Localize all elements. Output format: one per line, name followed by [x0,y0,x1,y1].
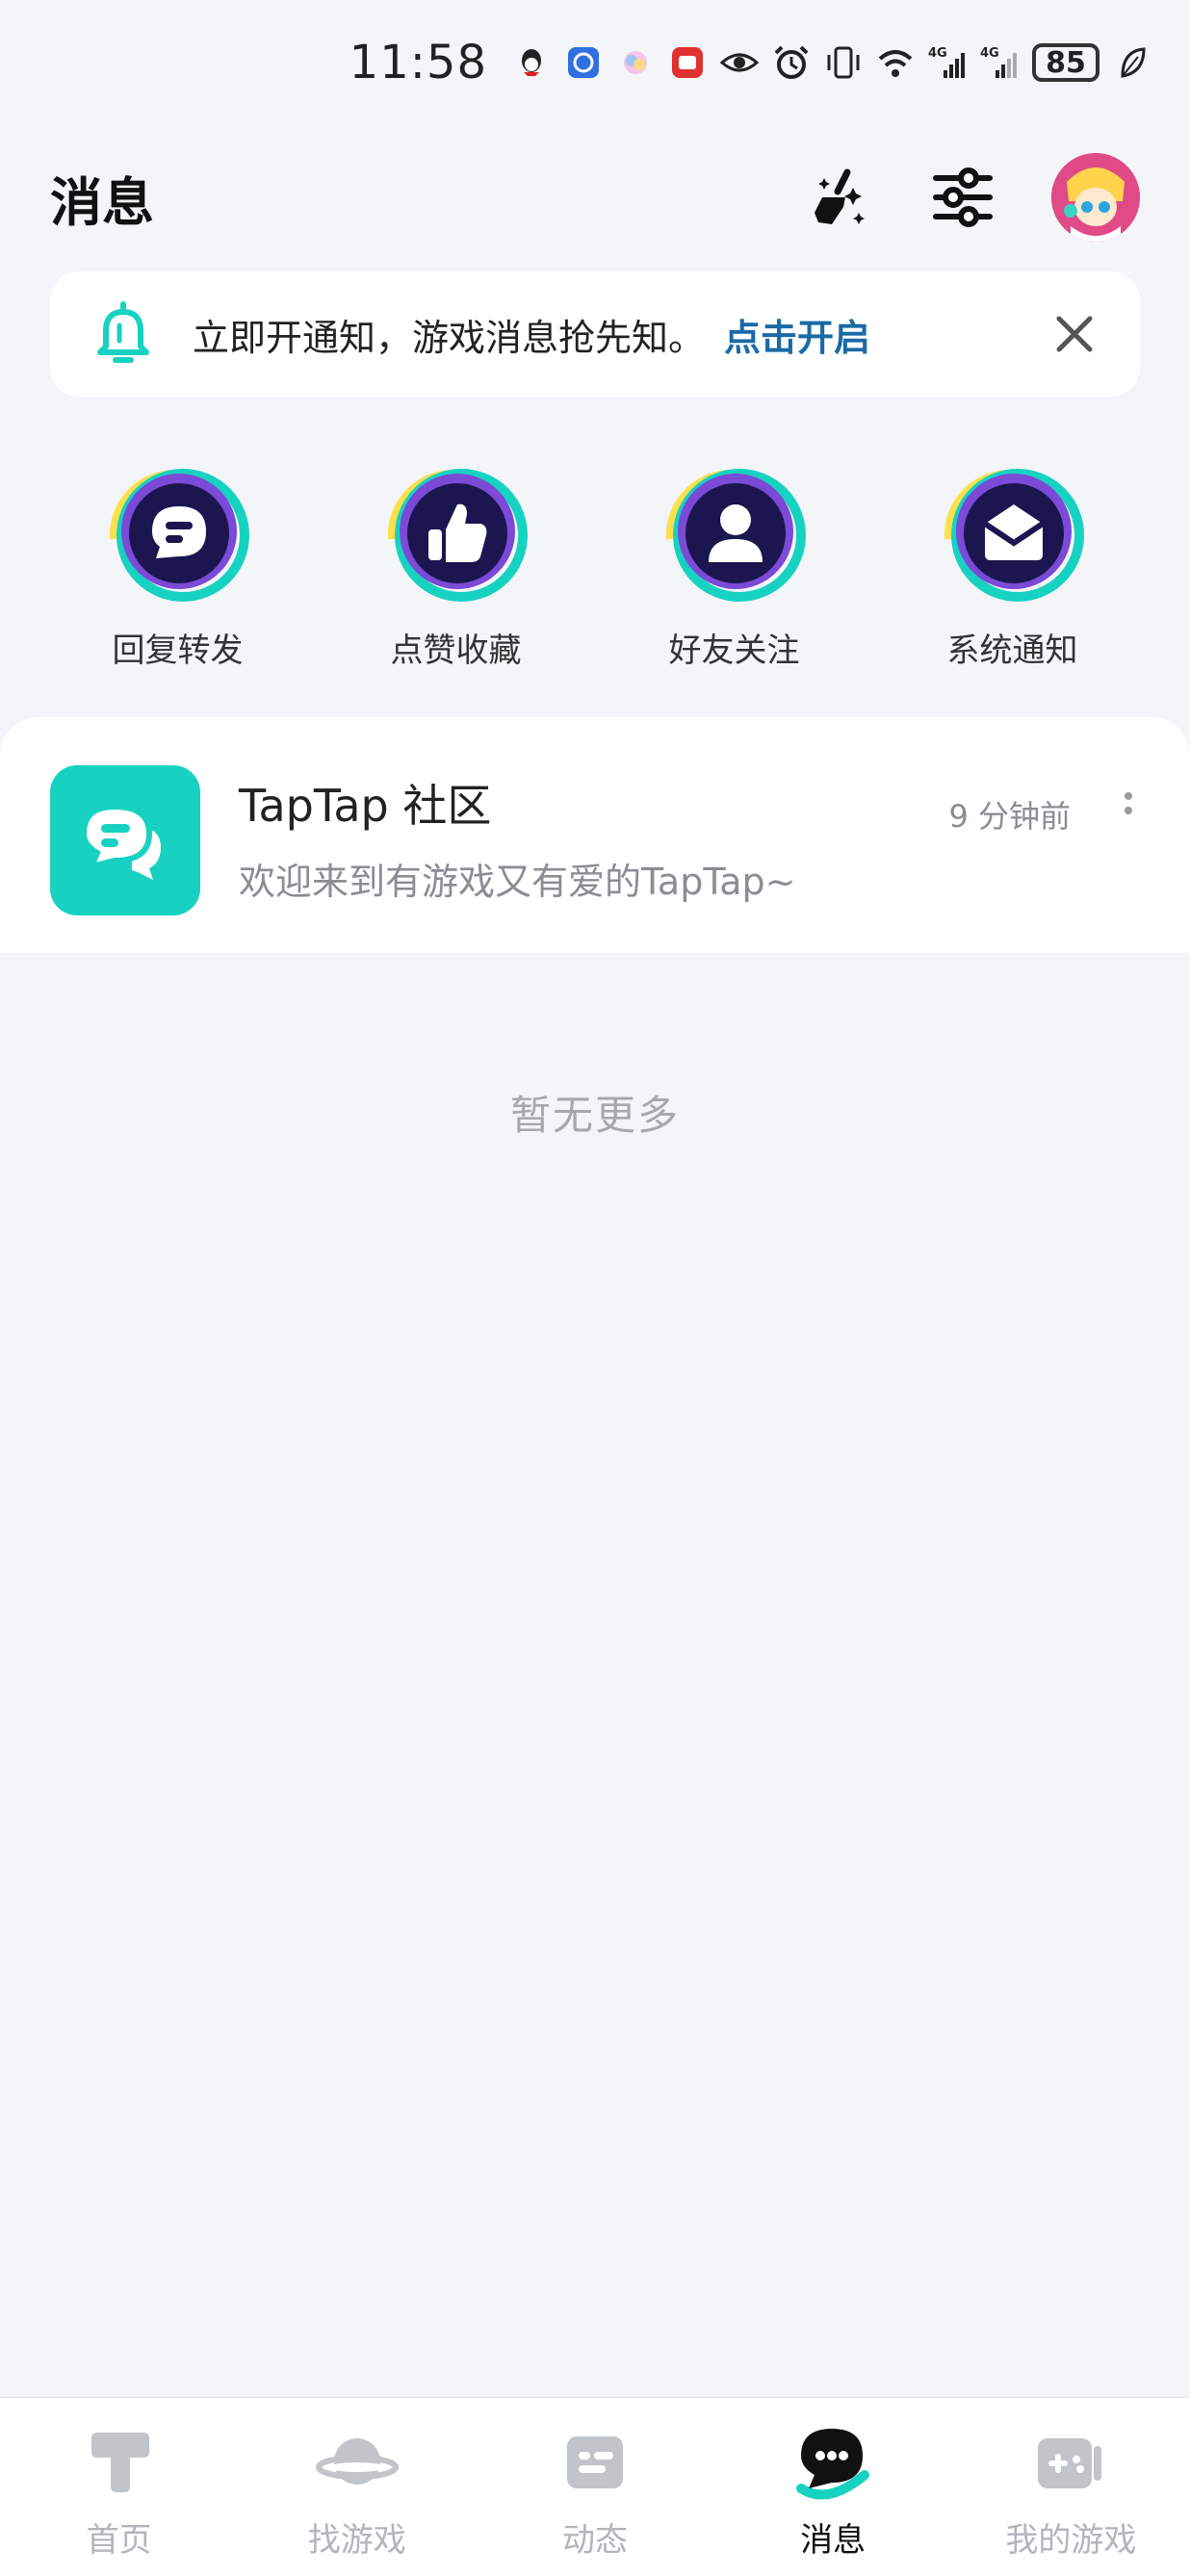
message-icon [796,2429,870,2500]
clean-button[interactable] [805,163,874,232]
message-time: 9 分钟前 [948,798,1071,835]
category-likes[interactable]: 点赞收藏 [331,462,582,674]
messages-page: 11:58 4G 4G 85 消息 立即开通知，游戏消息抢先知。 点击开启 回复… [0,0,1190,2576]
chat-bubbles-icon [80,803,161,880]
header-actions [805,153,1140,242]
message-preview: 欢迎来到有游戏又有爱的TapTap~ [239,861,796,903]
planet-icon [315,2438,399,2485]
message-categories: 回复转发 点赞收藏 好友关注 系统通知 [0,462,1190,674]
chat-bubble-icon [109,469,249,602]
thumbs-up-icon [387,469,528,602]
svg-text:4G: 4G [928,46,947,61]
wifi-icon [876,43,915,82]
clean-icon [815,168,865,224]
vibrate-icon [824,43,863,82]
category-label: 好友关注 [668,631,800,670]
gamepad-icon [1038,2438,1102,2488]
nav-label: 我的游戏 [1005,2521,1137,2560]
feed-icon [566,2436,623,2488]
app-icon [564,43,603,82]
eye-icon [720,43,759,82]
signal-4g-icon: 4G [980,43,1019,82]
alarm-icon [772,43,811,82]
category-label: 系统通知 [946,631,1078,670]
bell-icon [97,301,149,363]
nav-messages[interactable]: 消息 [737,2419,929,2561]
nav-label: 首页 [86,2521,152,2560]
settings-sliders-icon [933,167,993,227]
nav-my-games[interactable]: 我的游戏 [974,2419,1167,2561]
nav-home[interactable]: 首页 [23,2419,216,2561]
nav-label: 动态 [561,2521,628,2560]
enable-notification-link[interactable]: 点击开启 [724,308,870,361]
message-list: TapTap 社区 欢迎来到有游戏又有爱的TapTap~ 9 分钟前 [0,717,1190,953]
category-system[interactable]: 系统通知 [888,462,1138,674]
category-label: 回复转发 [112,631,244,670]
red-app-icon [668,43,707,82]
nav-feed[interactable]: 动态 [499,2419,691,2561]
message-body: TapTap 社区 欢迎来到有游戏又有爱的TapTap~ [239,765,1028,905]
bottom-nav: 首页 找游戏 动态 消息 我的游戏 [0,2397,1190,2576]
envelope-icon [944,469,1084,602]
leaf-icon [1113,43,1151,82]
person-icon [665,469,806,602]
home-t-icon [91,2433,149,2492]
nav-label: 消息 [800,2521,867,2560]
page-title: 消息 [50,171,154,233]
close-banner-button[interactable] [1048,307,1101,361]
category-friends[interactable]: 好友关注 [609,462,860,674]
more-options-icon[interactable] [1117,786,1140,835]
battery-icon: 85 [1032,43,1099,82]
photo-icon [616,43,655,82]
svg-text:4G: 4G [980,46,999,61]
page-header: 消息 [0,144,1190,250]
list-item[interactable]: TapTap 社区 欢迎来到有游戏又有爱的TapTap~ 9 分钟前 [0,717,1190,953]
category-replies[interactable]: 回复转发 [53,462,303,674]
close-icon [1056,316,1093,352]
signal-4g-icon: 4G [928,43,967,82]
notice-text: 立即开通知，游戏消息抢先知。 [193,316,706,359]
status-bar: 11:58 4G 4G 85 [0,0,1190,125]
avatar[interactable] [1051,153,1140,242]
nav-find-games[interactable]: 找游戏 [261,2419,453,2561]
taptap-community-avatar [50,765,200,915]
message-title: TapTap 社区 [239,780,492,832]
notification-banner: 立即开通知，游戏消息抢先知。 点击开启 [50,271,1140,397]
category-label: 点赞收藏 [390,631,522,670]
empty-hint: 暂无更多 [509,1092,680,1139]
qq-icon [512,43,551,82]
nav-label: 找游戏 [307,2521,406,2560]
settings-button[interactable] [928,163,997,232]
status-time: 11:58 [349,36,487,90]
